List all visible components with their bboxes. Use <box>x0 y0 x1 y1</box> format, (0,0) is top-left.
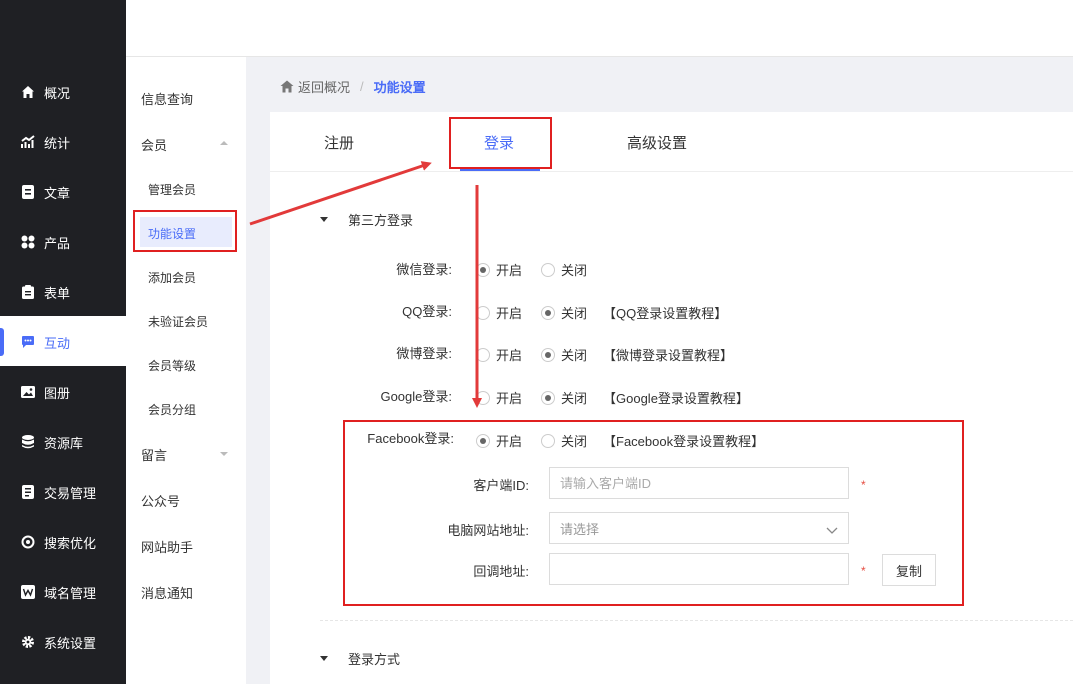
annotation-arrows <box>249 161 482 408</box>
